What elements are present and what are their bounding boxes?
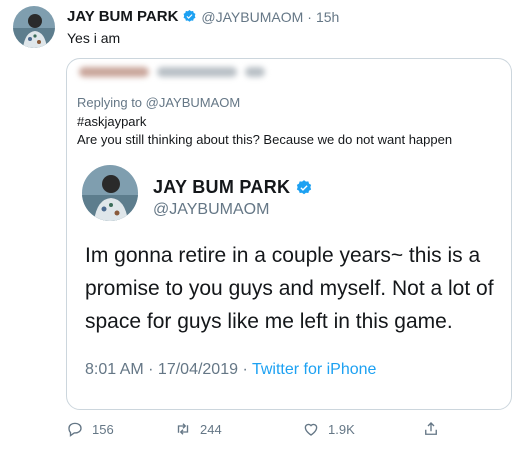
- heart-icon: [304, 423, 318, 436]
- inner-tweet-text: Im gonna retire in a couple years~ this …: [85, 244, 494, 333]
- reply-button[interactable]: 156: [66, 420, 114, 438]
- header-separator: ·: [307, 8, 312, 25]
- like-button[interactable]: 1.9K: [302, 420, 355, 438]
- tweet-actions: 156 244 1.9K: [66, 420, 446, 444]
- inner-author-name[interactable]: JAY BUM PARK: [153, 177, 290, 198]
- quoted-hashtag[interactable]: #askjaypark: [77, 114, 146, 129]
- retweet-count: 244: [200, 421, 222, 437]
- verified-badge-icon: [183, 9, 196, 22]
- inner-tweet-meta: 8:01 AM · 17/04/2019 · Twitter for iPhon…: [85, 361, 376, 379]
- retweet-button[interactable]: 244: [174, 420, 222, 438]
- quoted-text: Are you still thinking about this? Becau…: [77, 132, 453, 147]
- share-icon: [425, 422, 437, 435]
- tweet-text: Yes i am: [67, 30, 121, 46]
- share-button[interactable]: [422, 420, 440, 438]
- verified-badge-icon: [297, 179, 312, 194]
- author-handle[interactable]: @JAYBUMAOM: [201, 9, 303, 25]
- inner-author-avatar[interactable]: [82, 165, 138, 221]
- replying-to[interactable]: Replying to @JAYBUMAOM: [77, 95, 240, 110]
- quoted-tweet[interactable]: Replying to @JAYBUMAOM #askjaypark Are y…: [66, 58, 512, 410]
- blurred-author: [79, 67, 265, 77]
- inner-author: JAY BUM PARK: [153, 177, 313, 198]
- author-name[interactable]: JAY BUM PARK: [67, 8, 178, 25]
- reply-count: 156: [92, 421, 114, 437]
- tweet-header: JAY BUM PARK @JAYBUMAOM · 15h: [67, 8, 339, 25]
- author-avatar[interactable]: [13, 6, 55, 48]
- reply-icon: [68, 422, 82, 437]
- inner-source[interactable]: Twitter for iPhone: [252, 361, 377, 378]
- tweet-time[interactable]: 15h: [316, 9, 339, 25]
- inner-tweet-card[interactable]: JAY BUM PARK @JAYBUMAOM Im gonna retire …: [69, 155, 509, 397]
- like-count: 1.9K: [328, 421, 355, 437]
- inner-author-handle[interactable]: @JAYBUMAOM: [153, 201, 269, 219]
- inner-timestamp[interactable]: 8:01 AM · 17/04/2019 ·: [85, 361, 252, 378]
- retweet-icon: [177, 423, 189, 435]
